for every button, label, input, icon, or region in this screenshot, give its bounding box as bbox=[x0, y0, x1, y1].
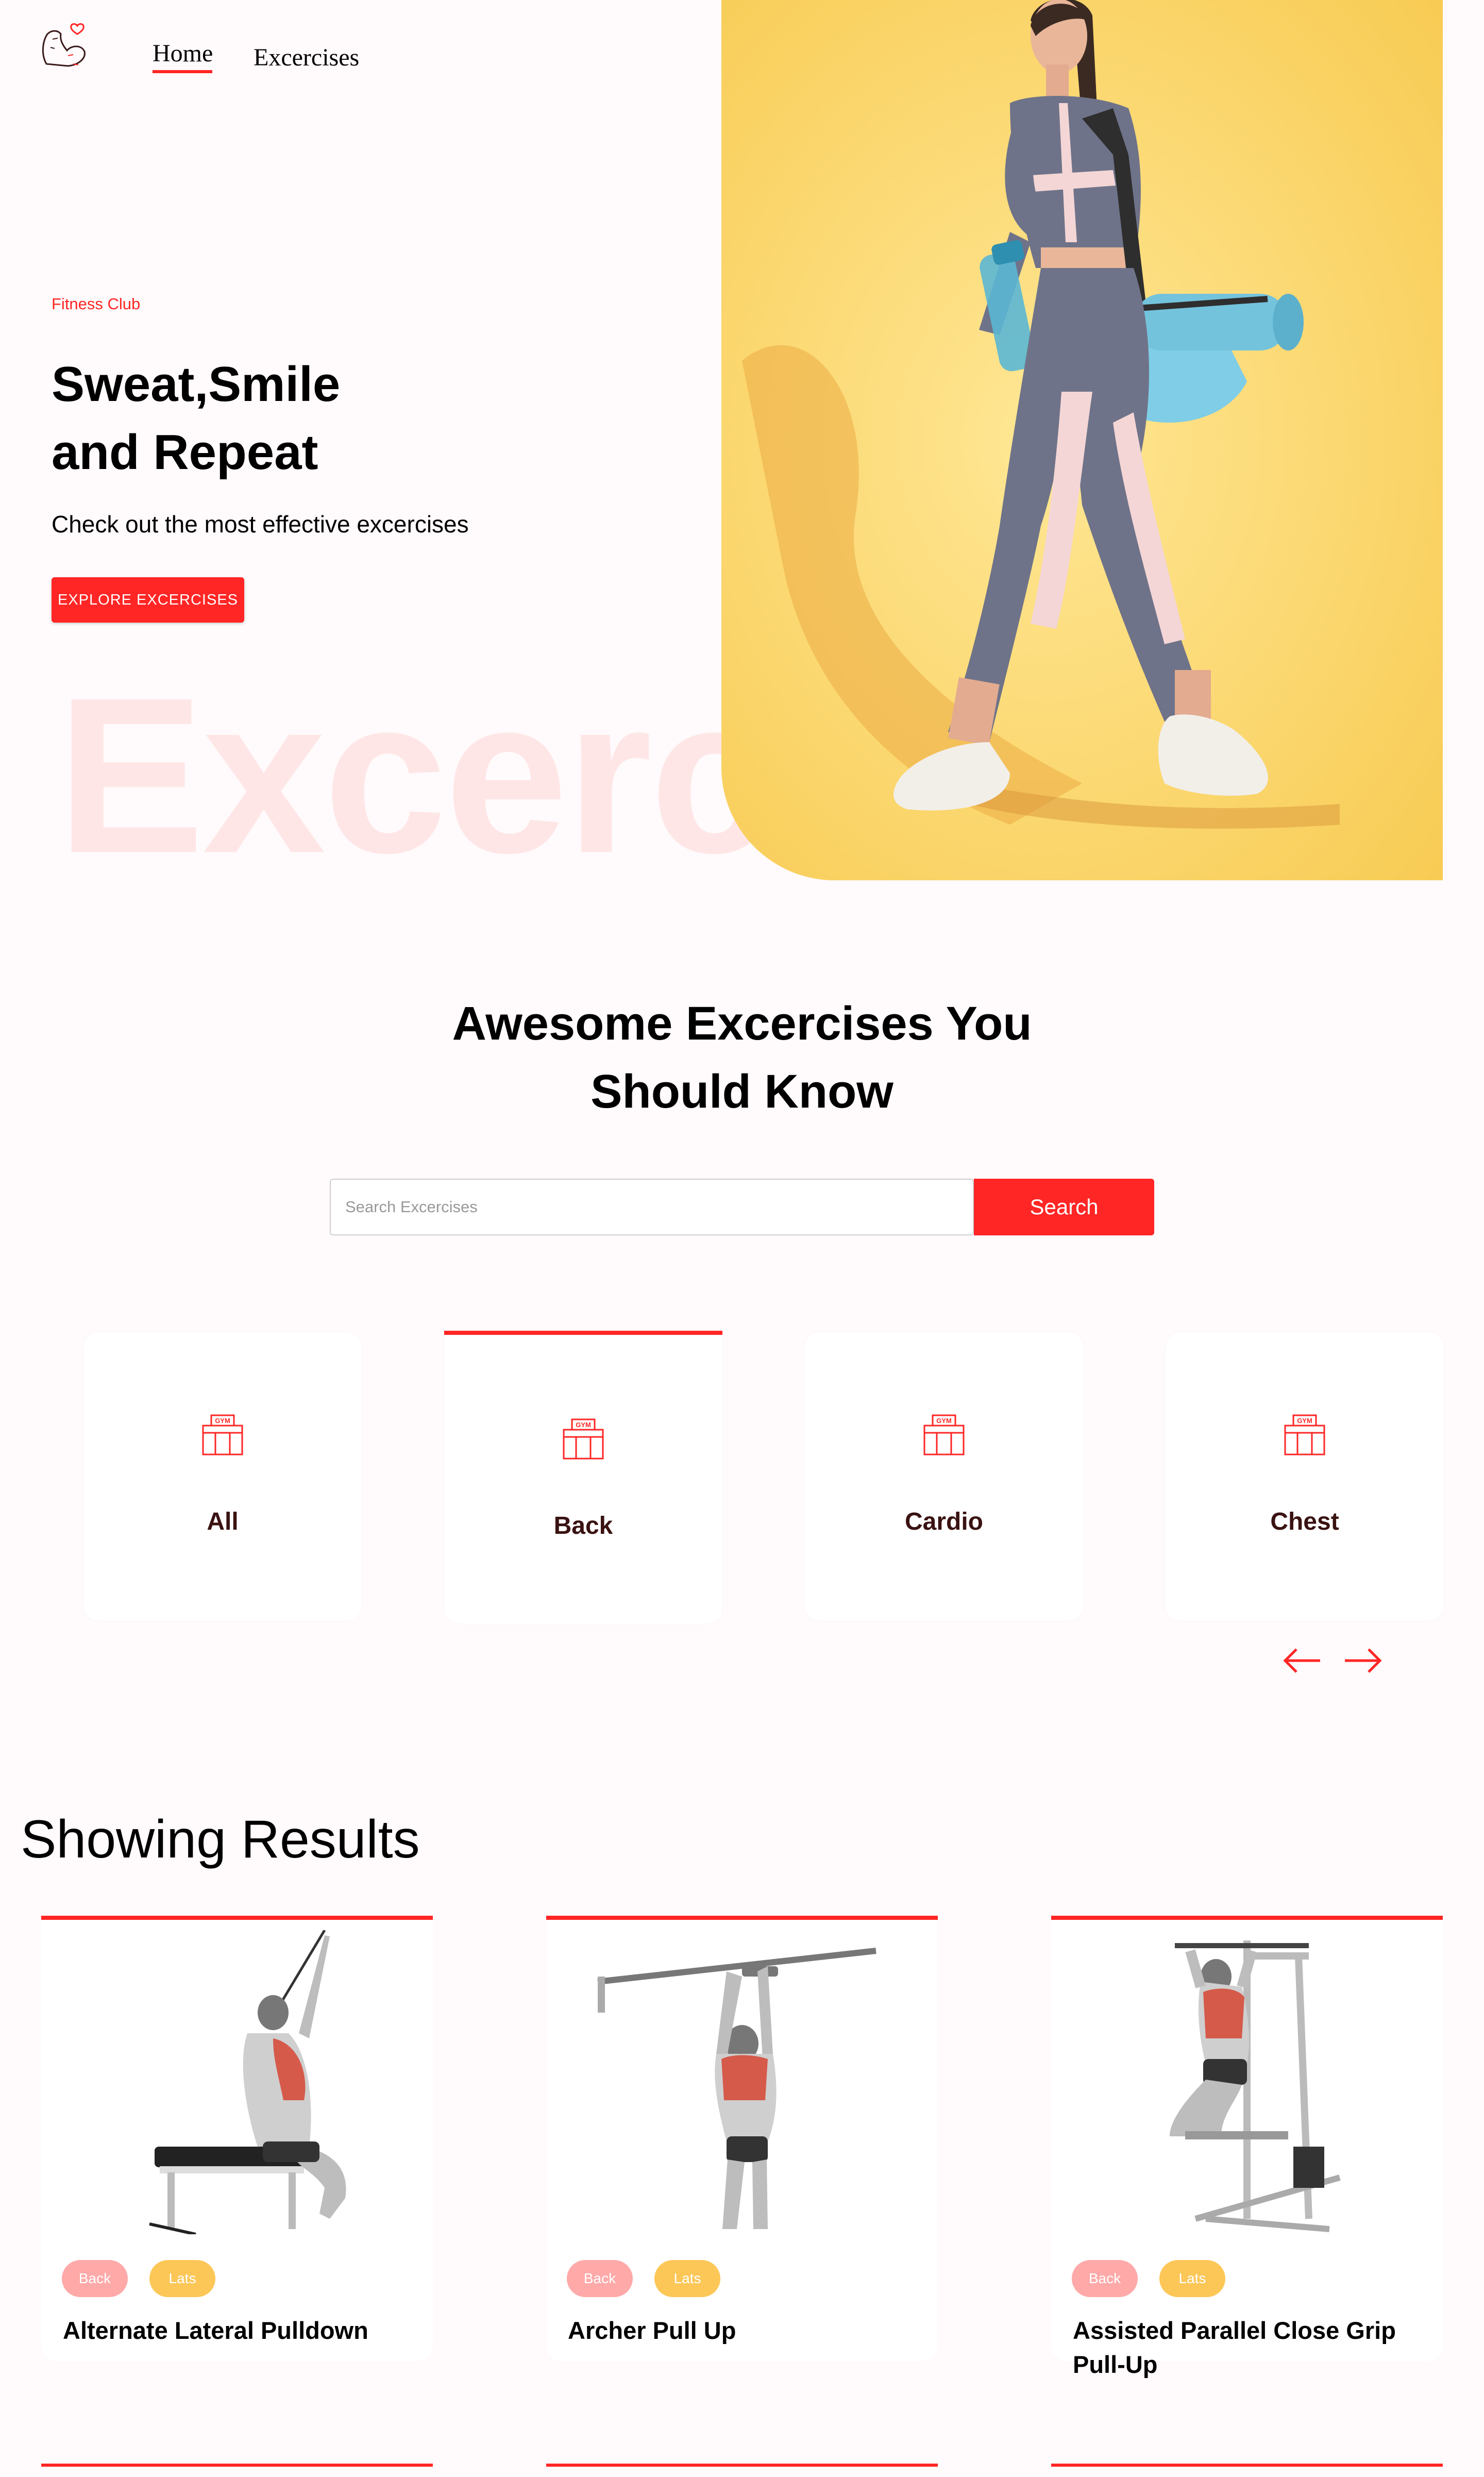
svg-text:GYM: GYM bbox=[215, 1417, 230, 1425]
exercise-card[interactable]: Back Lats Archer Pull Up bbox=[546, 1916, 938, 2361]
hero-tag: Fitness Club bbox=[52, 295, 141, 313]
pull-up-illustration bbox=[597, 1948, 876, 2229]
gym-icon: GYM bbox=[202, 1414, 243, 1455]
hero-background-word: Excerc bbox=[57, 652, 773, 899]
gym-icon: GYM bbox=[1284, 1414, 1325, 1455]
exercise-card-partial[interactable] bbox=[1051, 2464, 1443, 2477]
woman-with-gym-bag-illustration bbox=[721, 0, 1443, 880]
search-button[interactable]: Search bbox=[974, 1179, 1154, 1235]
hero-title-line1: Sweat,Smile bbox=[52, 357, 341, 412]
exercise-card-partial[interactable] bbox=[546, 2464, 938, 2477]
exercise-name: Alternate Lateral Pulldown bbox=[63, 2317, 368, 2344]
exercise-name: Assisted Parallel Close Grip Pull-Up bbox=[1073, 2317, 1396, 2378]
assisted-pull-up-machine-illustration bbox=[1170, 1940, 1341, 2232]
arrow-right-icon[interactable] bbox=[1343, 1645, 1384, 1676]
section-title-line1: Awesome Excercises You bbox=[452, 997, 1032, 1050]
category-label: All bbox=[207, 1508, 239, 1535]
target-muscle-tag[interactable]: Lats bbox=[1159, 2260, 1225, 2297]
nav-home-link[interactable]: Home bbox=[153, 41, 213, 66]
body-part-tag[interactable]: Back bbox=[567, 2260, 633, 2297]
seated-pulldown-illustration bbox=[149, 1930, 346, 2234]
category-card-all[interactable]: GYM All bbox=[83, 1332, 362, 1621]
arrow-left-icon[interactable] bbox=[1281, 1645, 1322, 1676]
svg-text:GYM: GYM bbox=[936, 1417, 952, 1425]
flexed-arm-heart-icon[interactable] bbox=[37, 19, 94, 75]
exercise-card[interactable]: Back Lats Assisted Parallel Close Grip P… bbox=[1051, 1916, 1443, 2378]
category-card-back[interactable]: GYM Back bbox=[444, 1331, 722, 1624]
search-input[interactable] bbox=[330, 1179, 974, 1235]
section-title-line2: Should Know bbox=[591, 1065, 893, 1118]
category-label: Cardio bbox=[904, 1508, 983, 1535]
hero-title-line2: and Repeat bbox=[52, 425, 318, 480]
gym-icon: GYM bbox=[563, 1418, 604, 1460]
hero-title: Sweat,Smile and Repeat bbox=[52, 350, 464, 487]
gym-icon: GYM bbox=[923, 1414, 965, 1455]
svg-text:GYM: GYM bbox=[1297, 1417, 1312, 1425]
body-part-tag[interactable]: Back bbox=[1072, 2260, 1138, 2297]
hero-subtitle: Check out the most effective excercises bbox=[52, 511, 469, 538]
target-muscle-tag[interactable]: Lats bbox=[654, 2260, 720, 2297]
exercise-card[interactable]: Back Lats Alternate Lateral Pulldown bbox=[41, 1916, 433, 2361]
body-part-tag[interactable]: Back bbox=[62, 2260, 128, 2297]
nav-exercises-link[interactable]: Excercises bbox=[254, 45, 359, 70]
category-card-chest[interactable]: GYM Chest bbox=[1166, 1332, 1444, 1621]
exercises-section-title: Awesome Excercises You Should Know bbox=[0, 990, 1484, 1126]
svg-text:GYM: GYM bbox=[576, 1421, 591, 1429]
nav-active-underline bbox=[153, 70, 212, 73]
category-label: Back bbox=[553, 1512, 613, 1539]
category-label: Chest bbox=[1270, 1508, 1339, 1535]
target-muscle-tag[interactable]: Lats bbox=[149, 2260, 215, 2297]
results-title: Showing Results bbox=[21, 1810, 420, 1869]
exercise-name: Archer Pull Up bbox=[568, 2317, 736, 2344]
category-card-cardio[interactable]: GYM Cardio bbox=[805, 1332, 1083, 1621]
explore-exercises-button[interactable]: EXPLORE EXCERCISES bbox=[52, 577, 244, 623]
exercise-card-partial[interactable] bbox=[41, 2464, 433, 2477]
hero-banner-image bbox=[721, 0, 1443, 880]
